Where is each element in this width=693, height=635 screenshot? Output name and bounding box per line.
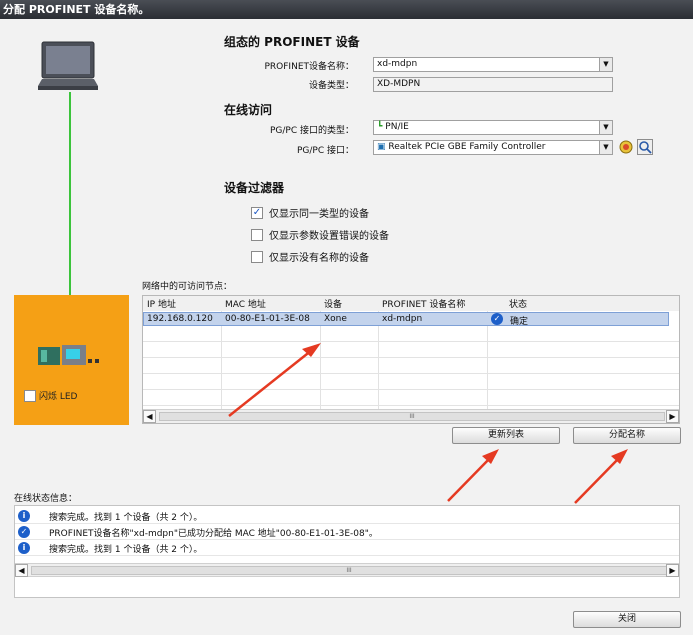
cell-ip: 192.168.0.120 <box>147 314 213 324</box>
refresh-list-button[interactable]: 更新列表 <box>452 427 560 444</box>
status-row: i 搜索完成。找到 1 个设备（共 2 个）。 <box>15 540 679 556</box>
device-name-value: xd-mdpn <box>377 59 418 69</box>
assign-name-dialog: 闪烁 LED 组态的 PROFINET 设备 PROFINET设备名称： xd-… <box>0 19 693 635</box>
status-row: ✓ PROFINET设备名称"xd-mdpn"已成功分配给 MAC 地址"00-… <box>15 524 679 540</box>
filter-option[interactable]: 仅显示没有名称的设备 <box>251 249 369 264</box>
online-status-icon[interactable] <box>619 140 633 154</box>
table-row[interactable]: 192.168.0.120 00-80-E1-01-3E-08 Xone xd-… <box>143 312 669 327</box>
filter-option[interactable]: ✓ 仅显示同一类型的设备 <box>251 205 369 220</box>
cell-mac: 00-80-E1-01-3E-08 <box>225 314 310 324</box>
device-panel: 闪烁 LED <box>14 295 129 425</box>
column-header[interactable]: 状态 <box>509 297 527 310</box>
column-header[interactable]: MAC 地址 <box>225 297 266 310</box>
chevron-down-icon[interactable]: ▼ <box>599 121 612 134</box>
device-icon <box>38 345 106 370</box>
filter-checkbox-same-type[interactable]: ✓ <box>251 206 263 219</box>
table-row <box>143 327 679 342</box>
iface-dropdown[interactable]: ▣ Realtek PCIe GBE Family Controller ▼ <box>373 140 613 155</box>
device-filter-heading: 设备过滤器 <box>224 181 285 195</box>
table-row <box>143 375 679 390</box>
iface-label: PG/PC 接口： <box>296 146 354 156</box>
table-row <box>143 359 679 374</box>
iface-type-label: PG/PC 接口的类型： <box>269 126 354 136</box>
filter-option-label: 仅显示同一类型的设备 <box>269 209 369 220</box>
table-row <box>143 391 679 406</box>
flash-led-label: 闪烁 LED <box>39 392 78 402</box>
info-icon: i <box>18 542 30 554</box>
iface-value: Realtek PCIe GBE Family Controller <box>388 142 546 152</box>
filter-option-label: 仅显示参数设置错误的设备 <box>269 231 389 242</box>
chevron-down-icon[interactable]: ▼ <box>599 141 612 154</box>
network-icon: ┗ <box>377 122 383 132</box>
search-icon[interactable] <box>637 139 653 155</box>
nic-icon: ▣ <box>377 142 386 152</box>
filter-checkbox-no-name[interactable] <box>251 250 263 263</box>
network-link-line <box>69 92 71 314</box>
status-text: 搜索完成。找到 1 个设备（共 2 个）。 <box>49 545 203 555</box>
column-header[interactable]: IP 地址 <box>147 297 176 310</box>
column-header[interactable]: PROFINET 设备名称 <box>382 297 465 310</box>
iface-type-value: PN/IE <box>385 122 409 132</box>
horizontal-scrollbar[interactable]: ◀ III ▶ <box>143 409 679 423</box>
online-status-label: 在线状态信息： <box>14 494 78 504</box>
status-text: 搜索完成。找到 1 个设备（共 2 个）。 <box>49 513 203 523</box>
column-header[interactable]: 设备 <box>324 297 342 310</box>
device-name-label: PROFINET设备名称： <box>264 62 354 72</box>
iface-type-dropdown[interactable]: ┗ PN/IE ▼ <box>373 120 613 135</box>
status-text: PROFINET设备名称"xd-mdpn"已成功分配给 MAC 地址"00-80… <box>49 529 378 539</box>
cell-status: 确定 <box>510 317 529 327</box>
assign-name-button[interactable]: 分配名称 <box>573 427 681 444</box>
device-type-field: XD-MDPN <box>373 77 613 92</box>
dialog-title: 分配 PROFINET 设备名称。 <box>0 0 693 19</box>
configured-device-heading: 组态的 PROFINET 设备 <box>224 35 360 49</box>
filter-option[interactable]: 仅显示参数设置错误的设备 <box>251 227 389 242</box>
flash-led-checkbox[interactable] <box>24 389 36 402</box>
scroll-thumb[interactable]: III <box>159 412 665 421</box>
cell-name: xd-mdpn <box>382 314 423 324</box>
check-icon: ✓ <box>18 526 30 538</box>
scroll-left-icon[interactable]: ◀ <box>143 410 156 423</box>
device-type-value: XD-MDPN <box>377 79 421 89</box>
scroll-right-icon[interactable]: ▶ <box>666 564 679 577</box>
status-scrollbar[interactable]: ◀ III ▶ <box>15 563 679 577</box>
table-row <box>143 343 679 358</box>
accessible-nodes-table: IP 地址 MAC 地址 设备 PROFINET 设备名称 状态 192.168… <box>142 295 680 424</box>
filter-option-label: 仅显示没有名称的设备 <box>269 253 369 264</box>
scroll-left-icon[interactable]: ◀ <box>15 564 28 577</box>
close-button[interactable]: 关闭 <box>573 611 681 628</box>
device-name-dropdown[interactable]: xd-mdpn ▼ <box>373 57 613 72</box>
chevron-down-icon[interactable]: ▼ <box>599 58 612 71</box>
info-icon: i <box>18 510 30 522</box>
filter-checkbox-param-error[interactable] <box>251 228 263 241</box>
accessible-nodes-label: 网络中的可访问节点： <box>142 282 233 292</box>
status-row: i 搜索完成。找到 1 个设备（共 2 个）。 <box>15 508 679 524</box>
cell-device: Xone <box>324 314 347 324</box>
table-header: IP 地址 MAC 地址 设备 PROFINET 设备名称 状态 <box>143 296 679 311</box>
online-access-heading: 在线访问 <box>224 103 273 117</box>
scroll-right-icon[interactable]: ▶ <box>666 410 679 423</box>
scroll-thumb[interactable]: III <box>31 566 667 575</box>
device-type-label: 设备类型： <box>308 81 354 91</box>
status-log: i 搜索完成。找到 1 个设备（共 2 个）。 ✓ PROFINET设备名称"x… <box>14 505 680 598</box>
check-icon: ✓ <box>491 313 503 325</box>
